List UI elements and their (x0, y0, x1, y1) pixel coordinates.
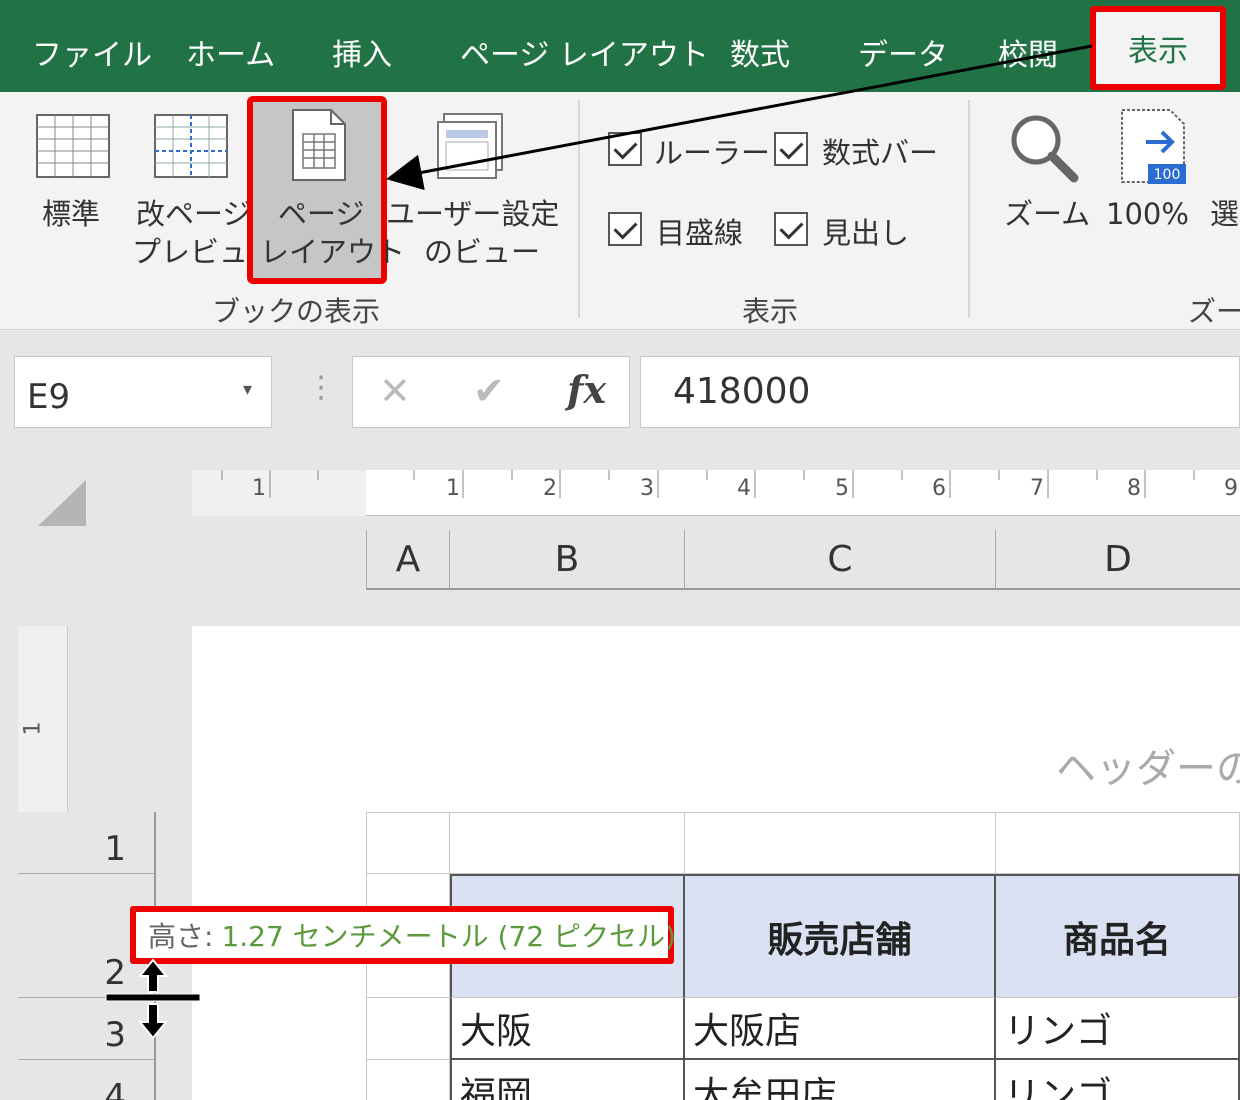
formula-value: 418000 (673, 371, 811, 412)
formula-buttons: ✕ ✔ fx (352, 356, 630, 428)
cell-a1[interactable] (366, 812, 450, 874)
column-header-c[interactable]: C (685, 530, 996, 590)
ruler-tick: 2 (543, 476, 557, 501)
row-header-4[interactable]: 4 (18, 1060, 156, 1100)
tooltip-value: 1.27 センチメートル (72 ピクセル) (221, 920, 676, 953)
column-header-d[interactable]: D (996, 530, 1240, 590)
table-header-cell[interactable]: 販売店舗 (685, 874, 996, 998)
insert-function-icon[interactable]: fx (567, 367, 606, 412)
row-height-tooltip: 高さ: 1.27 センチメートル (72 ピクセル) (130, 906, 676, 964)
cell-b1[interactable] (450, 812, 685, 874)
table-cell[interactable]: 大阪店 (685, 998, 996, 1060)
ruler-tick: 4 (737, 476, 751, 501)
row-header-1[interactable]: 1 (18, 812, 156, 874)
table-header-cell[interactable]: 商品名 (996, 874, 1240, 998)
cancel-icon[interactable]: ✕ (379, 369, 411, 413)
ruler-tick: 5 (835, 476, 849, 501)
formula-input[interactable]: 418000 (640, 356, 1240, 428)
enter-icon[interactable]: ✔ (473, 369, 505, 413)
table-cell[interactable]: リンゴ (996, 1060, 1240, 1100)
column-header-b[interactable]: B (450, 530, 685, 590)
name-box-value: E9 (27, 377, 71, 417)
formula-bar-splitter-icon[interactable]: ⋮ (306, 370, 336, 405)
ruler-tick: 9 (1224, 476, 1238, 501)
column-header-a[interactable]: A (366, 530, 450, 590)
cell-a4[interactable] (366, 1060, 450, 1100)
row-resize-cursor-icon (105, 958, 201, 1040)
chevron-down-icon[interactable]: ▾ (243, 379, 252, 400)
cell-d1[interactable] (996, 812, 1240, 874)
select-all-button[interactable] (38, 480, 86, 526)
table-cell[interactable]: 福岡 (450, 1060, 685, 1100)
tooltip-label: 高さ: (148, 920, 214, 953)
table-cell[interactable]: 大牟田店 (685, 1060, 996, 1100)
cell-c1[interactable] (685, 812, 996, 874)
ruler-tick: 3 (640, 476, 654, 501)
table-cell[interactable]: 大阪 (450, 998, 685, 1060)
cell-a3[interactable] (366, 998, 450, 1060)
ruler-tick: 6 (932, 476, 946, 501)
ruler-margin-label: 1 (252, 476, 266, 501)
ruler-tick: 8 (1127, 476, 1141, 501)
name-box[interactable]: E9 ▾ (14, 356, 272, 428)
ruler-ticks (221, 470, 1195, 498)
header-placeholder[interactable]: ヘッダーの (1056, 736, 1240, 794)
ruler-tick: 7 (1030, 476, 1044, 501)
vertical-ruler-tick: 1 (20, 721, 46, 736)
ruler-tick: 1 (446, 476, 460, 501)
table-cell[interactable]: リンゴ (996, 998, 1240, 1060)
annotation-arrow (386, 44, 1093, 191)
